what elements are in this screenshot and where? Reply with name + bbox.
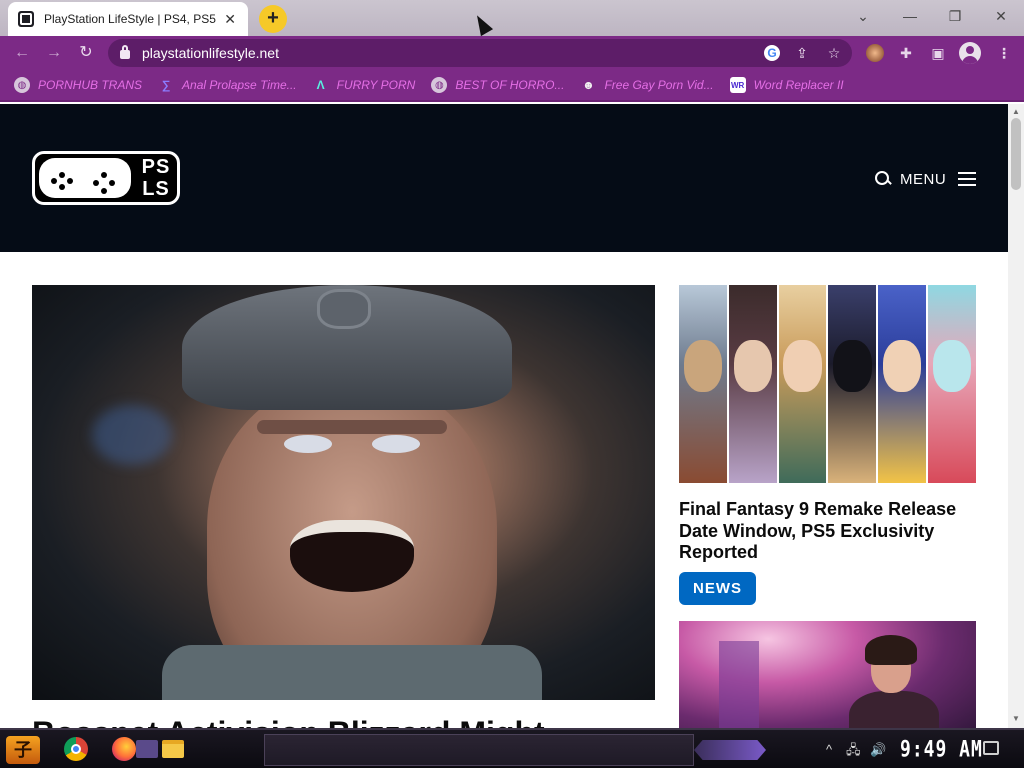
taskbar-window-thumbnail[interactable] — [264, 734, 694, 766]
start-button[interactable]: 子 — [6, 736, 40, 764]
taskbar-app-icon[interactable] — [136, 740, 158, 758]
taskbar-decoration — [694, 740, 766, 760]
bookmark-label: Free Gay Porn Vid... — [604, 78, 714, 92]
close-window-button[interactable]: ✕ — [986, 4, 1016, 28]
hamburger-menu-icon[interactable] — [958, 172, 976, 186]
wr-icon: WR — [729, 77, 746, 93]
taskbar-clock[interactable]: 9:49 AM — [900, 733, 983, 768]
page-scrollbar[interactable]: ▲ ▼ — [1008, 104, 1024, 728]
star-icon[interactable]: ☆ — [824, 43, 844, 63]
bookmark-item[interactable]: ◍ PORNHUB TRANS — [14, 77, 142, 93]
volume-icon[interactable]: 🔊 — [870, 740, 886, 760]
tab-close-icon[interactable]: ✕ — [222, 11, 238, 28]
lock-icon[interactable] — [120, 45, 130, 59]
chrome-icon[interactable] — [64, 737, 88, 761]
purple-logo-icon: ∑ — [161, 78, 171, 92]
tab-title: PlayStation LifeStyle | PS4, PS5 — [44, 12, 216, 26]
sidebar-article-image-2[interactable] — [679, 621, 976, 728]
bookmark-item[interactable]: ◍ BEST OF HORRO... — [431, 77, 564, 93]
kebab-menu-icon[interactable]: ⋮ — [992, 41, 1016, 65]
network-icon[interactable]: 🖧 — [846, 740, 861, 760]
back-button[interactable]: ← — [10, 41, 34, 65]
bookmark-label: Word Replacer II — [753, 78, 844, 92]
bookmark-label: Anal Prolapse Time... — [182, 78, 297, 92]
globe-icon: ◍ — [14, 77, 30, 93]
extension-avatar-icon[interactable] — [866, 44, 884, 62]
bookmark-item[interactable]: ☻ Free Gay Porn Vid... — [580, 77, 714, 93]
browser-tab[interactable]: PlayStation LifeStyle | PS4, PS5 ✕ — [8, 2, 248, 36]
sidebar-article-title[interactable]: Final Fantasy 9 Remake Release Date Wind… — [679, 499, 979, 564]
taskbar: 子 ^ 🖧 🔊 9:49 AM — [0, 728, 1024, 768]
bookmark-label: FURRY PORN — [336, 78, 416, 92]
news-category-badge[interactable]: NEWS — [679, 572, 756, 605]
tab-search-dropdown-icon[interactable]: ⌄ — [848, 4, 878, 28]
sidebar-article-image[interactable] — [679, 285, 976, 483]
hero-headline-text[interactable]: Bossnet Activision Blizzard Might — [32, 715, 655, 728]
share-icon[interactable]: ⇪ — [792, 43, 812, 63]
bookmarks-bar: ◍ PORNHUB TRANS ∑ Anal Prolapse Time... … — [0, 70, 1024, 102]
site-logo[interactable]: PS LS — [32, 151, 180, 205]
bookmark-item[interactable]: Λ FURRY PORN — [313, 77, 416, 93]
reload-button[interactable]: ↻ — [74, 41, 98, 65]
mascot-icon: ☻ — [582, 78, 595, 92]
site-header: PS LS MENU — [0, 104, 1008, 252]
scroll-up-icon[interactable]: ▲ — [1012, 108, 1020, 116]
google-icon[interactable]: G — [764, 45, 780, 61]
scrollbar-thumb[interactable] — [1011, 118, 1021, 190]
web-page: PS LS MENU Bossnet Activision Blizzard M… — [0, 104, 1008, 728]
bookmark-item[interactable]: WR Word Replacer II — [729, 77, 844, 93]
file-explorer-icon[interactable] — [162, 740, 184, 758]
lambda-icon: Λ — [316, 78, 325, 92]
bookmark-item[interactable]: ∑ Anal Prolapse Time... — [158, 77, 297, 93]
search-icon[interactable] — [874, 170, 892, 188]
minimize-button[interactable]: — — [895, 4, 925, 28]
tray-chevron-icon[interactable]: ^ — [826, 740, 832, 760]
site-favicon-icon — [18, 11, 34, 27]
hero-headline[interactable]: Bossnet Activision Blizzard Might — [32, 709, 655, 728]
forward-button[interactable]: → — [42, 41, 66, 65]
notification-icon[interactable] — [983, 741, 999, 755]
bookmark-label: BEST OF HORRO... — [455, 78, 565, 92]
menu-button[interactable]: MENU — [900, 171, 946, 188]
address-bar-url[interactable]: playstationlifestyle.net — [142, 45, 279, 61]
profile-icon[interactable] — [959, 42, 981, 64]
globe-icon: ◍ — [431, 77, 448, 93]
restore-button[interactable]: ❐ — [940, 4, 970, 28]
firefox-icon[interactable] — [112, 737, 136, 761]
new-tab-button[interactable]: + — [259, 5, 287, 33]
tab-strip: PlayStation LifeStyle | PS4, PS5 ✕ + ⌄ —… — [0, 0, 1024, 36]
puzzle-icon[interactable]: ✚ — [894, 41, 918, 65]
sidepanel-icon[interactable]: ▣ — [926, 41, 950, 65]
hero-article-image[interactable] — [32, 285, 655, 700]
scroll-down-icon[interactable]: ▼ — [1012, 715, 1020, 723]
address-bar[interactable]: playstationlifestyle.net G ⇪ ☆ — [108, 39, 852, 67]
bookmark-label: PORNHUB TRANS — [38, 78, 143, 92]
controller-logo-icon — [39, 158, 131, 198]
browser-toolbar: ← → ↻ playstationlifestyle.net G ⇪ ☆ ✚ ▣… — [0, 36, 1024, 70]
logo-text: PS LS — [141, 156, 171, 200]
